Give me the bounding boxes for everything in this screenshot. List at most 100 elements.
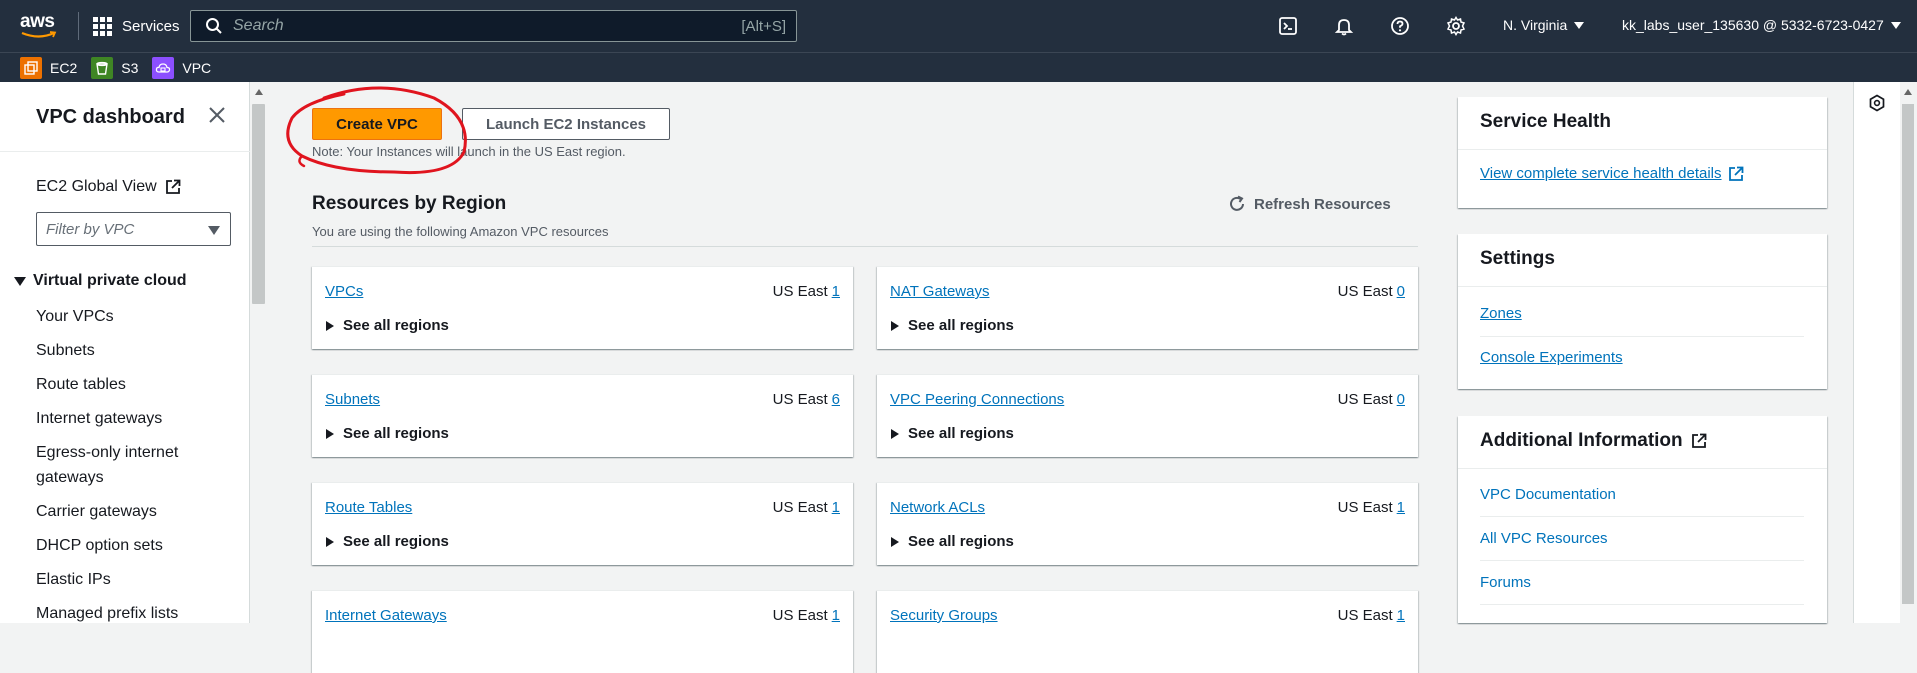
sidebar-item-egress-only-internet-gateways[interactable]: Egress-only internet gateways bbox=[36, 440, 226, 490]
search-input[interactable]: Search [Alt+S] bbox=[190, 10, 797, 42]
resource-card-vpc-peering-connections: VPC Peering Connections US East 0 See all… bbox=[877, 374, 1418, 457]
scroll-up-arrow-icon[interactable] bbox=[1904, 89, 1912, 95]
count-link[interactable]: 0 bbox=[1397, 283, 1405, 300]
region-prefix: US East bbox=[1337, 283, 1393, 300]
list-divider bbox=[1480, 604, 1804, 605]
hexagon-settings-icon[interactable] bbox=[1868, 94, 1886, 112]
sidebar-item-ec2-global-view[interactable]: EC2 Global View bbox=[36, 178, 181, 196]
close-icon[interactable] bbox=[208, 106, 226, 124]
top-navigation: aws Services Search [Alt+S] N. Virginia … bbox=[0, 0, 1917, 52]
resource-link-route-tables[interactable]: Route Tables bbox=[325, 499, 412, 516]
cloudshell-icon[interactable] bbox=[1278, 16, 1298, 36]
favorites-bar: EC2 S3 VPC bbox=[0, 52, 1917, 82]
refresh-resources-button[interactable]: Refresh Resources bbox=[1228, 195, 1391, 213]
count-link[interactable]: 1 bbox=[1397, 499, 1405, 516]
scroll-up-arrow-icon[interactable] bbox=[255, 89, 263, 95]
bell-icon[interactable] bbox=[1334, 16, 1354, 36]
additional-information-title: Additional Information bbox=[1480, 430, 1683, 451]
page-scrollbar[interactable] bbox=[1900, 82, 1917, 623]
count-link[interactable]: 0 bbox=[1397, 391, 1405, 408]
additional-information-panel: Additional Information VPC Documentation… bbox=[1458, 416, 1827, 623]
region-prefix: US East bbox=[772, 283, 828, 300]
list-divider bbox=[1480, 516, 1804, 517]
resources-by-region-title: Resources by Region bbox=[312, 193, 507, 214]
resource-link-network-acls[interactable]: Network ACLs bbox=[890, 499, 985, 516]
resource-link-vpcs[interactable]: VPCs bbox=[325, 283, 363, 300]
see-all-regions-toggle[interactable]: See all regions bbox=[891, 317, 1014, 334]
aws-logo[interactable]: aws bbox=[20, 11, 60, 41]
list-divider bbox=[1480, 336, 1804, 337]
sidebar-item-route-tables[interactable]: Route tables bbox=[36, 372, 226, 397]
sidebar-title[interactable]: VPC dashboard bbox=[36, 106, 185, 129]
settings-link-zones[interactable]: Zones bbox=[1480, 305, 1522, 322]
see-all-regions-toggle[interactable]: See all regions bbox=[326, 317, 449, 334]
region-count: US East 1 bbox=[773, 283, 840, 300]
count-link[interactable]: 1 bbox=[832, 607, 840, 624]
region-count: US East 1 bbox=[1338, 499, 1405, 516]
refresh-icon bbox=[1230, 195, 1244, 211]
see-all-regions-toggle[interactable]: See all regions bbox=[891, 425, 1014, 442]
aws-smile-icon bbox=[21, 31, 57, 38]
see-all-regions-label: See all regions bbox=[908, 317, 1014, 334]
service-health-details-label: View complete service health details bbox=[1480, 165, 1722, 182]
sidebar-item-managed-prefix-lists[interactable]: Managed prefix lists bbox=[36, 601, 226, 626]
resource-link-subnets[interactable]: Subnets bbox=[325, 391, 380, 408]
sidebar-item-elastic-ips[interactable]: Elastic IPs bbox=[36, 567, 226, 592]
launch-ec2-instances-button[interactable]: Launch EC2 Instances bbox=[462, 108, 670, 140]
count-link[interactable]: 6 bbox=[832, 391, 840, 408]
service-health-title: Service Health bbox=[1480, 111, 1611, 132]
vpc-filter-select[interactable]: Filter by VPC bbox=[36, 212, 231, 246]
see-all-regions-toggle[interactable]: See all regions bbox=[891, 533, 1014, 550]
see-all-regions-toggle[interactable]: See all regions bbox=[326, 533, 449, 550]
settings-link-console-experiments[interactable]: Console Experiments bbox=[1480, 349, 1623, 366]
gear-icon[interactable] bbox=[1446, 16, 1466, 36]
link-forums[interactable]: Forums bbox=[1480, 574, 1531, 591]
s3-service-icon bbox=[91, 56, 114, 79]
resource-link-vpc-peering-connections[interactable]: VPC Peering Connections bbox=[890, 391, 1064, 408]
additional-information-header[interactable]: Additional Information bbox=[1480, 430, 1707, 452]
create-vpc-button[interactable]: Create VPC bbox=[312, 108, 442, 140]
favorite-vpc[interactable]: VPC bbox=[152, 56, 211, 79]
account-menu[interactable]: kk_labs_user_135630 @ 5332-6723-0427 bbox=[1622, 17, 1901, 33]
favorite-ec2-label: EC2 bbox=[50, 59, 78, 76]
count-link[interactable]: 1 bbox=[1397, 607, 1405, 624]
sidebar-item-subnets[interactable]: Subnets bbox=[36, 338, 226, 363]
favorite-s3[interactable]: S3 bbox=[91, 56, 138, 79]
scrollbar-thumb[interactable] bbox=[1902, 104, 1914, 604]
vpc-service-icon bbox=[152, 56, 175, 79]
help-icon[interactable] bbox=[1390, 16, 1410, 36]
resource-card-network-acls: Network ACLs US East 1 See all regions bbox=[877, 482, 1418, 565]
see-all-regions-label: See all regions bbox=[908, 533, 1014, 550]
count-link[interactable]: 1 bbox=[832, 283, 840, 300]
search-shortcut: [Alt+S] bbox=[741, 18, 786, 35]
caret-right-icon bbox=[891, 428, 899, 439]
caret-right-icon bbox=[326, 428, 334, 439]
region-prefix: US East bbox=[1337, 391, 1393, 408]
sidebar-item-internet-gateways[interactable]: Internet gateways bbox=[36, 406, 226, 431]
sidebar-divider bbox=[0, 151, 250, 152]
resource-link-nat-gateways[interactable]: NAT Gateways bbox=[890, 283, 989, 300]
caret-right-icon bbox=[891, 536, 899, 547]
resource-link-security-groups[interactable]: Security Groups bbox=[890, 607, 998, 624]
panel-divider bbox=[1458, 468, 1827, 469]
region-selector[interactable]: N. Virginia bbox=[1503, 17, 1585, 33]
count-link[interactable]: 1 bbox=[832, 499, 840, 516]
region-count: US East 1 bbox=[1338, 607, 1405, 624]
services-menu[interactable]: Services bbox=[93, 14, 180, 38]
region-prefix: US East bbox=[1337, 499, 1393, 516]
vpc-filter-placeholder: Filter by VPC bbox=[46, 221, 135, 238]
service-health-details-link[interactable]: View complete service health details bbox=[1480, 165, 1744, 182]
sidebar-item-carrier-gateways[interactable]: Carrier gateways bbox=[36, 499, 226, 524]
scrollbar-thumb[interactable] bbox=[252, 104, 265, 304]
link-all-vpc-resources[interactable]: All VPC Resources bbox=[1480, 530, 1608, 547]
see-all-regions-label: See all regions bbox=[343, 317, 449, 334]
sidebar-item-your-vpcs[interactable]: Your VPCs bbox=[36, 304, 226, 329]
sidebar-scrollbar[interactable] bbox=[250, 82, 268, 623]
sidebar-section-virtual-private-cloud[interactable]: Virtual private cloud bbox=[14, 272, 187, 290]
link-vpc-documentation[interactable]: VPC Documentation bbox=[1480, 486, 1616, 503]
favorite-ec2[interactable]: EC2 bbox=[20, 56, 78, 79]
resource-link-internet-gateways[interactable]: Internet Gateways bbox=[325, 607, 447, 624]
see-all-regions-toggle[interactable]: See all regions bbox=[326, 425, 449, 442]
see-all-regions-label: See all regions bbox=[343, 533, 449, 550]
sidebar-item-dhcp-option-sets[interactable]: DHCP option sets bbox=[36, 533, 226, 558]
